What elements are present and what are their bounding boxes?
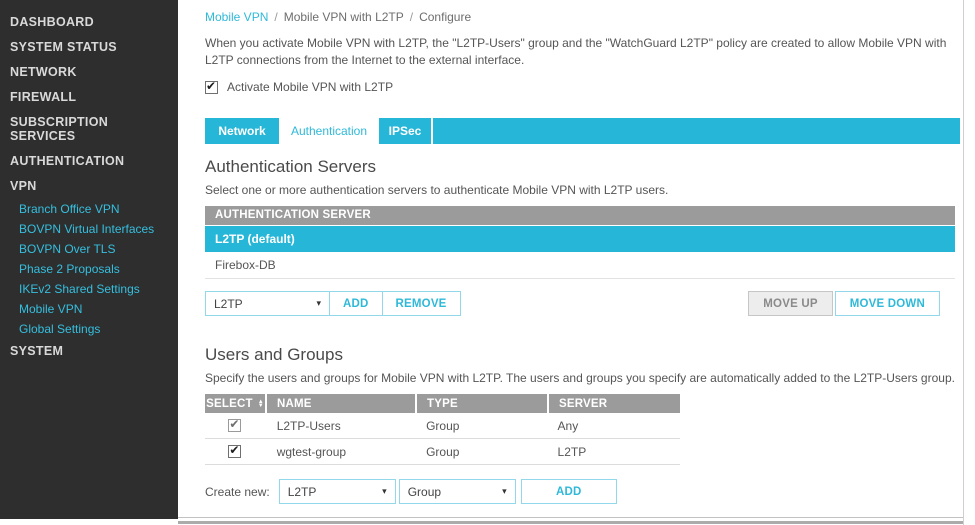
main-content: Mobile VPN / Mobile VPN with L2TP / Configur… <box>178 0 964 525</box>
frame-bottom-edge <box>178 521 963 524</box>
row-server: L2TP <box>557 444 587 459</box>
auth-servers-controls: L2TP ▾ ADD REMOVE MOVE UP MOVE DOWN <box>205 291 940 317</box>
row-select-checkbox[interactable] <box>228 443 242 459</box>
auth-server-row-l2tp[interactable]: L2TP (default) <box>205 226 955 253</box>
create-new-type-value: Group <box>407 484 442 499</box>
column-header-select[interactable]: SELECT ▲ ▼ <box>205 394 265 414</box>
create-new-type-select[interactable]: Group ▾ <box>398 479 516 505</box>
sidebar-item-branch-office-vpn[interactable]: Branch Office VPN <box>0 199 178 219</box>
content-bottom-border <box>178 517 963 518</box>
create-new-server-select[interactable]: L2TP ▾ <box>278 479 396 505</box>
column-header-select-label: SELECT <box>206 397 253 410</box>
table-row: wgtest-group Group L2TP <box>205 439 680 466</box>
column-header-name[interactable]: NAME <box>267 394 415 414</box>
create-new-row: Create new: L2TP ▾ Group ▾ ADD <box>205 479 963 505</box>
sidebar-item-bovpn-virtual-interfaces[interactable]: BOVPN Virtual Interfaces <box>0 219 178 239</box>
sidebar-item-bovpn-over-tls[interactable]: BOVPN Over TLS <box>0 239 178 259</box>
activate-l2tp-label: Activate Mobile VPN with L2TP <box>227 80 394 95</box>
row-name: L2TP-Users <box>276 418 341 433</box>
auth-servers-subtitle: Select one or more authentication server… <box>205 183 669 198</box>
chevron-down-icon: ▾ <box>382 486 387 497</box>
sidebar-item-global-settings[interactable]: Global Settings <box>0 319 178 339</box>
auth-server-select[interactable]: L2TP ▾ <box>205 291 330 317</box>
breadcrumb-separator: / <box>409 10 414 24</box>
chevron-down-icon: ▾ <box>502 486 507 497</box>
users-groups-title: Users and Groups <box>205 345 343 365</box>
row-name: wgtest-group <box>276 444 347 459</box>
row-type: Group <box>426 418 460 433</box>
tab-network[interactable]: Network <box>205 118 281 145</box>
sidebar-item-mobile-vpn[interactable]: Mobile VPN <box>0 299 178 319</box>
breadcrumb-item-l2tp: Mobile VPN with L2TP <box>283 10 404 24</box>
auth-servers-table-header: AUTHENTICATION SERVER <box>205 206 955 226</box>
breadcrumb-separator: / <box>274 10 278 24</box>
move-down-button[interactable]: MOVE DOWN <box>834 291 940 317</box>
add-user-group-button[interactable]: ADD <box>520 479 617 505</box>
auth-servers-title: Authentication Servers <box>205 157 377 177</box>
tab-bar: Network Authentication IPSec <box>205 118 960 145</box>
sidebar: DASHBOARD SYSTEM STATUS NETWORK FIREWALL… <box>0 0 178 519</box>
intro-description: When you activate Mobile VPN with L2TP, … <box>205 36 947 68</box>
move-up-button[interactable]: MOVE UP <box>748 291 833 317</box>
tab-authentication[interactable]: Authentication <box>281 118 379 145</box>
sidebar-item-network[interactable]: NETWORK <box>0 60 178 85</box>
sidebar-item-system[interactable]: SYSTEM <box>0 339 178 364</box>
column-header-type[interactable]: TYPE <box>417 394 547 414</box>
sidebar-item-ikev2-shared-settings[interactable]: IKEv2 Shared Settings <box>0 279 178 299</box>
row-select-checkbox[interactable] <box>228 417 242 433</box>
sidebar-item-system-status[interactable]: SYSTEM STATUS <box>0 35 178 60</box>
breadcrumb-link-mobile-vpn[interactable]: Mobile VPN <box>205 10 268 24</box>
sidebar-item-firewall[interactable]: FIREWALL <box>0 85 178 110</box>
add-server-button[interactable]: ADD <box>330 291 383 317</box>
create-new-label: Create new: <box>205 484 270 499</box>
chevron-down-icon: ▾ <box>316 298 321 309</box>
sidebar-item-vpn[interactable]: VPN <box>0 174 178 199</box>
activate-l2tp-checkbox[interactable] <box>205 79 218 94</box>
activate-row: Activate Mobile VPN with L2TP <box>205 79 963 95</box>
sidebar-item-dashboard[interactable]: DASHBOARD <box>0 10 178 35</box>
auth-servers-table: AUTHENTICATION SERVER L2TP (default) Fir… <box>205 206 955 280</box>
users-groups-table-header-row: SELECT ▲ ▼ NAME TYPE SERVER <box>205 394 680 414</box>
sidebar-item-phase-2-proposals[interactable]: Phase 2 Proposals <box>0 259 178 279</box>
breadcrumb: Mobile VPN / Mobile VPN with L2TP / Configur… <box>205 10 963 24</box>
tab-ipsec[interactable]: IPSec <box>379 118 433 145</box>
auth-server-select-value: L2TP <box>214 296 243 311</box>
row-type: Group <box>426 444 460 459</box>
sidebar-item-authentication[interactable]: AUTHENTICATION <box>0 149 178 174</box>
table-row: L2TP-Users Group Any <box>205 413 680 440</box>
create-new-server-value: L2TP <box>287 484 317 499</box>
users-groups-subtitle: Specify the users and groups for Mobile … <box>205 371 955 386</box>
users-groups-table: SELECT ▲▼ NAME TYPE SERVER L2TP-Users Gr… <box>205 394 680 466</box>
remove-server-button[interactable]: REMOVE <box>382 291 461 317</box>
auth-server-row-firebox-db[interactable]: Firebox-DB <box>205 252 955 280</box>
column-header-server[interactable]: SERVER <box>549 394 680 414</box>
row-server: Any <box>557 418 579 433</box>
sidebar-item-subscription-services[interactable]: SUBSCRIPTION SERVICES <box>0 110 178 149</box>
tab-bar-filler <box>433 118 960 145</box>
breadcrumb-item-configure: Configure <box>419 10 472 24</box>
sort-icon: ▲ ▼ <box>257 398 264 409</box>
